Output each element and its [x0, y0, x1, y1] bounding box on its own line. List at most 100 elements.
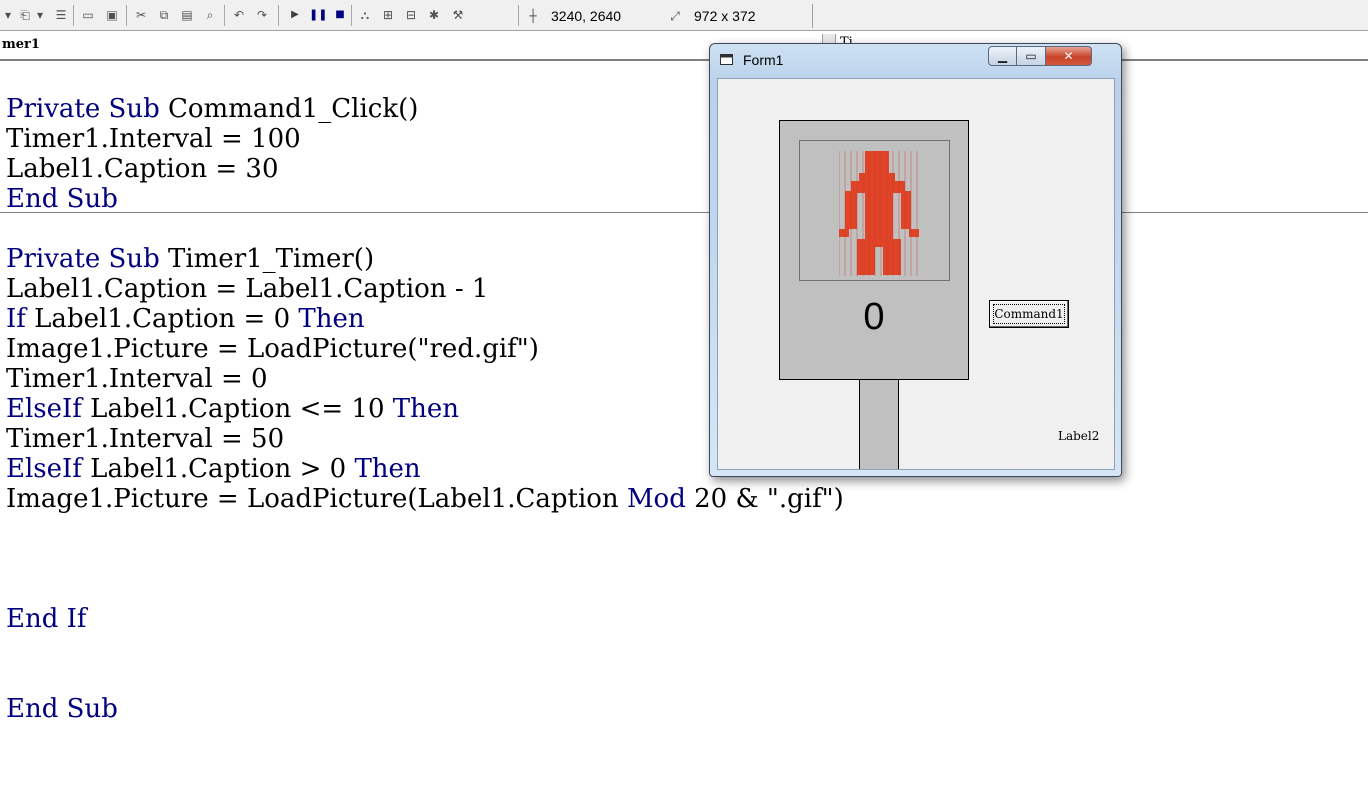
code-line: Private Sub Command1_Click(): [6, 94, 418, 124]
form1-client-area: 0 Command1 Label2: [717, 78, 1115, 470]
image1: [799, 140, 950, 281]
form1-title: Form1: [743, 52, 784, 68]
code-line: If Label1.Caption = 0 Then: [6, 304, 365, 334]
label2: Label2: [1058, 429, 1100, 443]
menu-editor-icon[interactable]: ☰: [52, 6, 70, 24]
object-browser-icon[interactable]: ✱: [425, 6, 443, 24]
properties-window-icon[interactable]: ⊞: [379, 6, 397, 24]
code-keyword: End If: [6, 604, 87, 634]
traffic-sign-panel: 0: [779, 120, 969, 380]
code-keyword: If: [6, 304, 26, 334]
code-text: Command1_Click(): [159, 94, 419, 124]
project-explorer-icon[interactable]: ⛬: [356, 6, 374, 24]
figure-pixel-block: [845, 191, 911, 229]
code-line: End If: [6, 604, 87, 634]
close-icon: ✕: [1063, 49, 1074, 63]
end-icon[interactable]: ■: [331, 6, 349, 24]
code-text: Timer1.Interval = 100: [6, 124, 301, 154]
undo-icon[interactable]: ↶: [230, 6, 248, 24]
code-line: Label1.Caption = Label1.Caption - 1: [6, 274, 488, 304]
code-line: Timer1.Interval = 100: [6, 124, 301, 154]
figure-pixel-block: [865, 229, 893, 239]
copy-icon[interactable]: ⧉: [155, 6, 173, 24]
figure-pixel-block: [839, 229, 849, 237]
code-text: Label1.Caption = Label1.Caption - 1: [6, 274, 489, 304]
figure-gap: [893, 193, 901, 229]
code-text: Label1.Caption <= 10: [81, 394, 393, 424]
code-keyword: End Sub: [6, 184, 118, 214]
size-readout: 972 x 372: [694, 8, 756, 24]
toolbar-separator: [73, 5, 74, 26]
code-line: ElseIf Label1.Caption <= 10 Then: [6, 394, 459, 424]
code-text: Label1.Caption = 0: [25, 304, 299, 334]
close-button[interactable]: ✕: [1046, 46, 1092, 66]
code-line: Label1.Caption = 30: [6, 154, 279, 184]
code-text: 20 & ".gif"): [685, 484, 844, 514]
redo-icon[interactable]: ↷: [253, 6, 271, 24]
toolbar-separator: [278, 5, 279, 26]
code-text: Label1.Caption = 30: [6, 154, 279, 184]
form1-titlebar[interactable]: Form1 ▁ ▭ ✕: [710, 44, 1121, 74]
toolbox-icon[interactable]: ⚒: [449, 6, 467, 24]
add-form-dropdown-icon[interactable]: ▾: [34, 6, 46, 24]
code-line: End Sub: [6, 694, 118, 724]
code-keyword: Then: [392, 394, 459, 424]
command1-button[interactable]: Command1: [989, 300, 1069, 328]
size-icon: ⤢: [670, 9, 680, 23]
figure-pixel-block: [909, 229, 919, 237]
figure-pixel-block: [851, 181, 905, 191]
maximize-button[interactable]: ▭: [1017, 46, 1046, 66]
open-project-icon[interactable]: ▭: [79, 6, 97, 24]
form-layout-icon[interactable]: ⊟: [402, 6, 420, 24]
form1-window[interactable]: Form1 ▁ ▭ ✕ 0 Command1 Label2: [709, 43, 1122, 477]
find-icon[interactable]: ⌕: [201, 6, 219, 24]
add-project-dropdown-icon[interactable]: ▾: [2, 6, 14, 24]
toolbar-separator: [224, 5, 225, 26]
code-keyword: Private Sub: [6, 244, 160, 274]
toolbar-separator: [126, 5, 127, 26]
save-project-icon[interactable]: ▣: [103, 6, 121, 24]
object-combo[interactable]: mer1: [2, 37, 40, 52]
form-icon: [720, 54, 733, 65]
code-line: End Sub: [6, 184, 118, 214]
position-icon: ┼: [529, 9, 537, 23]
toolbar-separator: [351, 5, 352, 26]
break-icon[interactable]: ❚❚: [309, 6, 327, 24]
red-pedestrian-figure: [839, 151, 919, 276]
code-line: Image1.Picture = LoadPicture(Label1.Capt…: [6, 484, 844, 514]
code-text: Timer1_Timer(): [159, 244, 375, 274]
code-text: Image1.Picture = LoadPicture("red.gif"): [6, 334, 539, 364]
code-window-combo-row: mer1 Ti...: [0, 31, 1368, 61]
code-text: Image1.Picture = LoadPicture(Label1.Capt…: [6, 484, 627, 514]
procedure-separator: [0, 212, 1368, 213]
add-form-icon[interactable]: ⎗: [16, 6, 34, 24]
code-keyword: Then: [298, 304, 365, 334]
code-line: Private Sub Timer1_Timer(): [6, 244, 374, 274]
code-keyword: Then: [354, 454, 421, 484]
code-line: ElseIf Label1.Caption > 0 Then: [6, 454, 421, 484]
toolbar: ▾ ⎗ ▾ ☰ ▭ ▣ ✂ ⧉ ▤ ⌕ ↶ ↷ ▶ ❚❚ ■ ⛬ ⊞ ⊟ ✱ ⚒…: [0, 0, 1368, 31]
code-keyword: Mod: [626, 484, 686, 514]
code-text: Label1.Caption > 0: [81, 454, 355, 484]
code-keyword: Private Sub: [6, 94, 160, 124]
code-keyword: End Sub: [6, 694, 118, 724]
code-text: Timer1.Interval = 0: [6, 364, 268, 394]
code-text: Timer1.Interval = 50: [6, 424, 285, 454]
label1-countdown: 0: [863, 296, 885, 338]
code-line: Timer1.Interval = 0: [6, 364, 268, 394]
code-keyword: ElseIf: [6, 454, 82, 484]
code-line: Image1.Picture = LoadPicture("red.gif"): [6, 334, 539, 364]
figure-pixel-block: [865, 151, 889, 173]
code-line: Timer1.Interval = 50: [6, 424, 284, 454]
start-icon[interactable]: ▶: [286, 6, 304, 24]
position-readout: 3240, 2640: [551, 8, 622, 24]
figure-gap: [875, 247, 883, 275]
paste-icon[interactable]: ▤: [178, 6, 196, 24]
code-keyword: ElseIf: [6, 394, 82, 424]
toolbar-separator: [812, 4, 813, 28]
figure-gap: [857, 193, 865, 229]
toolbar-separator: [518, 5, 519, 26]
code-editor[interactable]: Private Sub Command1_Click() Timer1.Inter…: [0, 61, 1368, 800]
minimize-button[interactable]: ▁: [988, 46, 1017, 66]
cut-icon[interactable]: ✂: [132, 6, 150, 24]
